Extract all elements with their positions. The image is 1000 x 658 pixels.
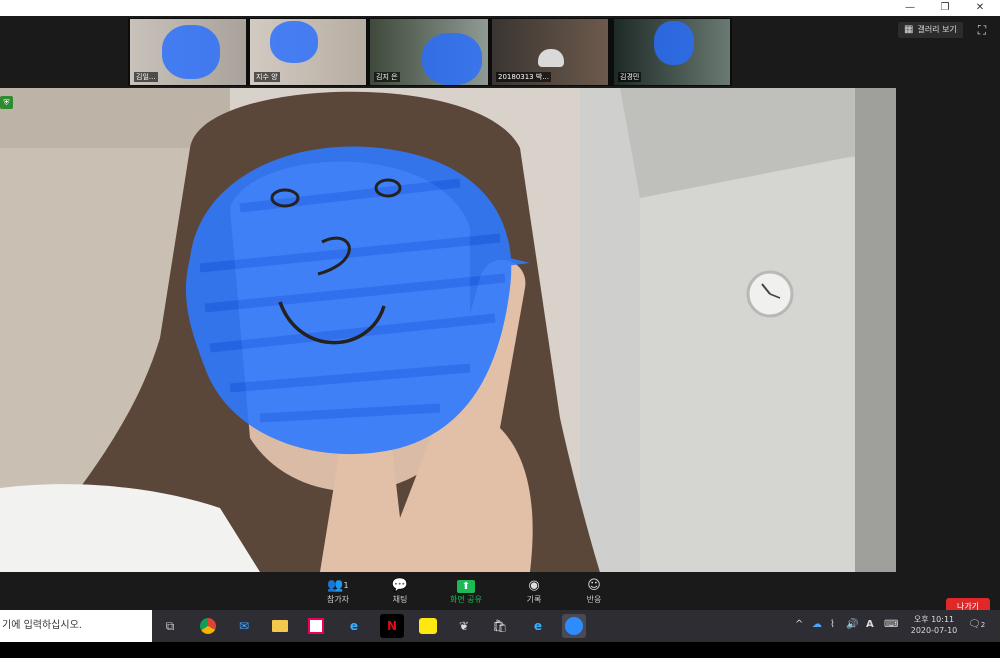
face-scribble [270,21,318,63]
notification-icon[interactable]: 🗨2 [968,619,985,630]
reactions-button[interactable]: ☺ 반응 [574,578,614,605]
participant-name: 김일... [134,72,158,82]
shield-icon[interactable]: ⛨ [0,96,13,109]
participant-hat [538,49,564,67]
clock-time: 오후 10:11 [913,615,955,624]
internet-explorer-icon[interactable]: e [342,614,366,638]
record-icon: ◉ [528,578,540,593]
share-screen-label: 화면 공유 [450,595,482,604]
window-titlebar: — ❐ ✕ [0,0,1000,16]
zoom-meeting-window: 김일... 지수 양 김지 은 20180313 박... 김경민 ▦ 갤러리 … [0,16,1000,626]
minimize-button[interactable]: — [895,0,925,16]
mail-icon[interactable]: ✉ [232,614,256,638]
participant-name: 김지 은 [374,72,400,82]
netflix-icon[interactable]: N [380,614,404,638]
participant-thumbnail[interactable]: 김일... [130,19,246,85]
video-frame [0,88,896,572]
chat-button[interactable]: 💬 채팅 [380,578,420,605]
input-indicator[interactable]: A [866,619,874,630]
taskbar-search-box[interactable]: 기에 입력하십시오. [0,610,152,642]
app-icon[interactable] [304,614,328,638]
active-speaker-video [0,88,896,572]
face-scribble [422,33,482,85]
zoom-icon[interactable] [562,614,586,638]
app-icon[interactable]: ❦ [452,614,476,638]
participant-name: 김경민 [618,72,642,82]
share-screen-icon: ⬆ [457,580,475,593]
restore-button[interactable]: ❐ [930,0,960,16]
keyboard-icon[interactable]: ⌨ [884,619,898,630]
participant-thumbnail[interactable]: 김경민 [614,19,730,85]
participants-label: 참가자 [326,595,350,604]
participant-name: 지수 양 [254,72,280,82]
participant-strip: 김일... 지수 양 김지 은 20180313 박... 김경민 [128,18,732,86]
network-icon[interactable]: ⌇ [830,619,835,630]
participant-thumbnail[interactable]: 김지 은 [370,19,488,85]
close-button[interactable]: ✕ [965,0,995,16]
taskbar-clock[interactable]: 오후 10:11 2020-07-10 [906,614,962,636]
file-explorer-icon[interactable] [268,614,292,638]
gallery-view-label: 갤러리 보기 [917,25,957,34]
edge-icon[interactable]: e [526,614,550,638]
participants-icon: 👥 [327,578,344,593]
fullscreen-icon[interactable]: ⛶ [975,23,989,37]
reactions-label: 반응 [586,595,602,604]
volume-icon[interactable]: 🔊 [846,619,858,630]
chat-icon: 💬 [391,578,409,593]
record-button[interactable]: ◉ 기록 [514,578,554,605]
participant-thumbnail[interactable]: 지수 양 [250,19,366,85]
store-icon[interactable]: 🛍 [488,614,512,638]
onedrive-icon[interactable]: ☁ [812,619,822,630]
record-label: 기록 [526,595,542,604]
chat-label: 채팅 [392,595,408,604]
windows-taskbar: 기에 입력하십시오. ⧉ ✉ e N ❦ 🛍 e ^ ☁ ⌇ 🔊 A ⌨ 오후 … [0,610,1000,642]
grid-icon: ▦ [904,24,914,35]
participant-thumbnail[interactable]: 20180313 박... [492,19,608,85]
kakaotalk-icon[interactable] [416,614,440,638]
participants-button[interactable]: 👥1 참가자 [318,578,358,605]
gallery-view-button[interactable]: ▦ 갤러리 보기 [898,22,963,38]
reaction-icon: ☺ [587,578,601,593]
show-hidden-icons-icon[interactable]: ^ [795,619,803,630]
task-view-icon[interactable]: ⧉ [158,614,182,638]
chrome-icon[interactable] [196,614,220,638]
face-scribble [654,21,694,65]
participants-count: 1 [343,581,349,590]
screen-edge [0,642,1000,658]
participant-name: 20180313 박... [496,72,551,82]
notification-count: 2 [980,621,986,629]
clock-date: 2020-07-10 [910,626,958,635]
face-scribble [162,25,220,79]
share-screen-button[interactable]: ⬆ 화면 공유 [446,578,486,605]
